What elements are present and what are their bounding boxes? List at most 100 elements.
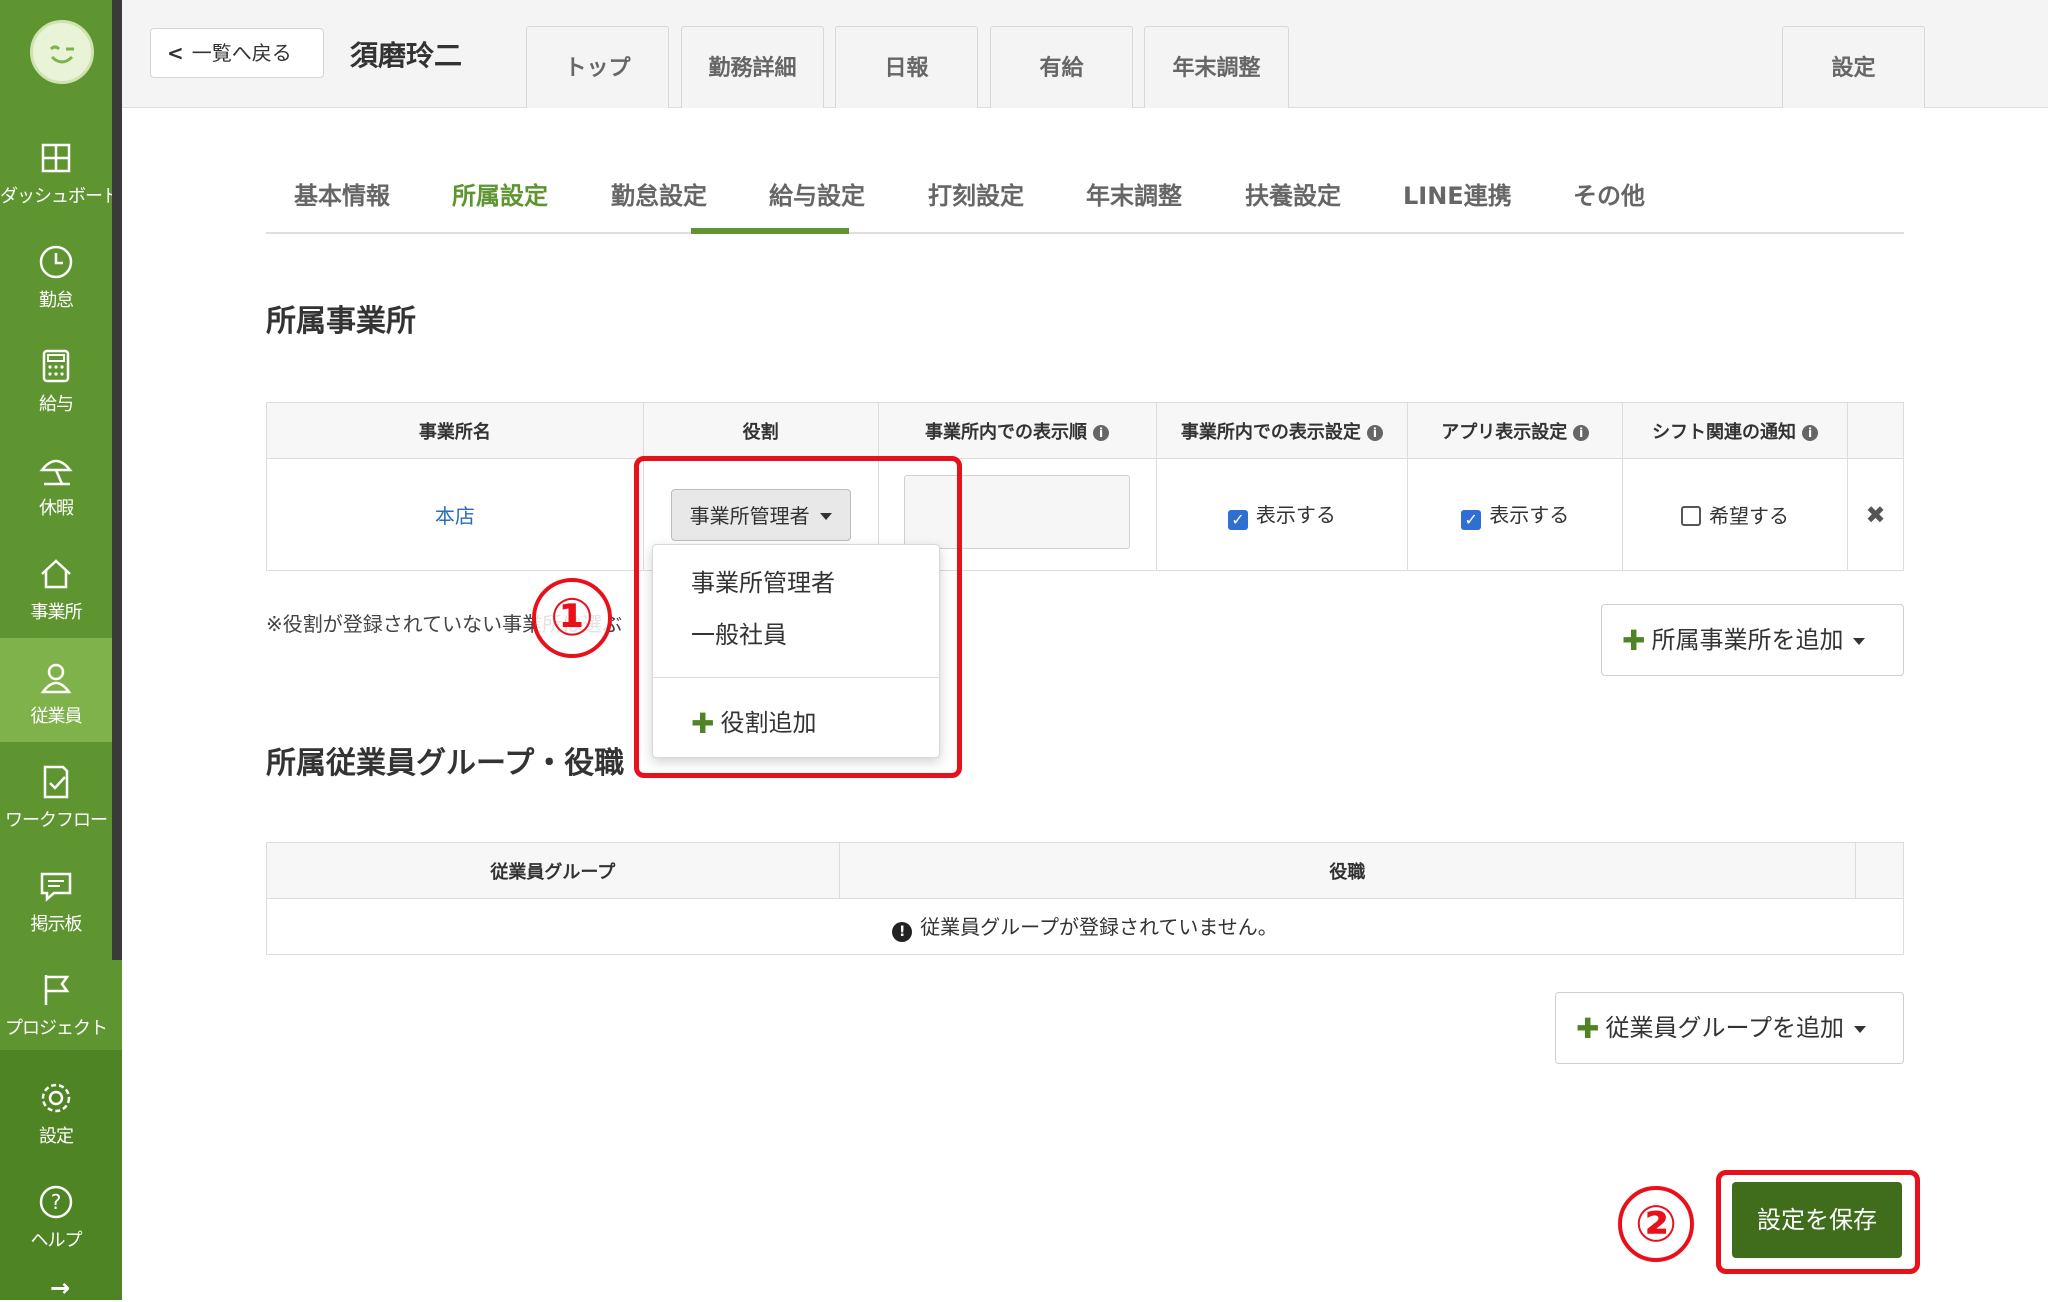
office-name-link[interactable]: 本店 <box>435 504 475 528</box>
tab-daily-report[interactable]: 日報 <box>835 26 978 108</box>
app-logo[interactable] <box>30 20 94 84</box>
sidebar-item-label: 掲示板 <box>30 914 83 935</box>
checkbox-label: 表示する <box>1489 503 1570 527</box>
office-table: 事業所名 役割 事業所内での表示順 i 事業所内での表示設定 i アプリ表示設定 i … <box>266 402 1905 571</box>
tab-year-end[interactable]: 年末調整 <box>1144 26 1289 108</box>
beach-umbrella-icon <box>39 459 73 486</box>
subtab-dependents[interactable]: 扶養設定 <box>1245 176 1341 211</box>
subtab-year-end[interactable]: 年末調整 <box>1086 176 1182 211</box>
empty-message: 従業員グループが登録されていません。 <box>920 915 1278 939</box>
subtab-payroll[interactable]: 給与設定 <box>769 176 865 211</box>
info-icon[interactable]: i <box>1573 424 1590 441</box>
sidebar-item-office[interactable]: 事業所 <box>0 534 112 638</box>
help-icon: ? <box>39 1185 73 1219</box>
add-group-label: 従業員グループを追加 <box>1605 1014 1845 1042</box>
table-row: ! 従業員グループが登録されていません。 <box>266 898 1904 955</box>
office-section-title: 所属事業所 <box>266 304 416 339</box>
arrow-right-icon[interactable]: → <box>50 1274 70 1302</box>
sidebar-item-employees[interactable]: 従業員 <box>0 638 112 742</box>
employee-name: 須磨玲二 <box>350 39 463 72</box>
display-in-office-checkbox[interactable]: ✓ <box>1227 510 1248 530</box>
sidebar-item-label: ヘルプ <box>30 1230 83 1251</box>
annotation-marker-2: ② <box>1618 1186 1694 1262</box>
tab-top[interactable]: トップ <box>526 26 669 108</box>
tab-settings[interactable]: 設定 <box>1782 26 1925 108</box>
sidebar-item-settings[interactable]: 設定 <box>0 1058 112 1162</box>
user-icon <box>40 663 72 694</box>
sidebar-item-label: 事業所 <box>30 602 83 623</box>
col-label: 従業員グループ <box>490 861 616 883</box>
col-position: 役職 <box>838 842 1857 899</box>
sidebar-item-bulletin[interactable]: 掲示板 <box>0 846 112 950</box>
caret-down-icon <box>1854 1026 1867 1033</box>
sidebar-item-label: ワークフロー <box>5 810 108 831</box>
subtab-line[interactable]: LINE連携 <box>1403 176 1512 211</box>
remove-office-icon[interactable]: ✖ <box>1865 501 1885 529</box>
group-section-title: 所属従業員グループ・役職 <box>266 746 625 781</box>
settings-subtabs: 基本情報 所属設定 勤怠設定 給与設定 打刻設定 年末調整 扶養設定 LINE連… <box>266 168 1904 234</box>
add-group-button[interactable]: ✚ 従業員グループを追加 <box>1555 992 1904 1064</box>
active-tab-indicator <box>691 228 849 234</box>
chat-icon <box>40 872 72 902</box>
sidebar-item-label: 勤怠 <box>39 290 74 311</box>
subtab-affiliation[interactable]: 所属設定 <box>452 176 548 211</box>
col-display-in-office: 事業所内での表示設定 i <box>1155 402 1409 459</box>
subtab-basic-info[interactable]: 基本情報 <box>294 176 390 211</box>
add-office-label: 所属事業所を追加 <box>1651 626 1844 654</box>
sidebar-item-help[interactable]: ? ヘルプ <box>0 1162 112 1266</box>
back-label: 一覧へ戻る <box>191 41 292 65</box>
annotation-marker-1: ① <box>532 578 612 658</box>
info-icon[interactable]: i <box>1366 424 1383 441</box>
plus-icon: ✚ <box>1576 1012 1600 1045</box>
calculator-icon <box>42 349 70 383</box>
subtab-other[interactable]: その他 <box>1573 176 1645 211</box>
shift-notify-checkbox[interactable] <box>1681 506 1702 526</box>
gear-icon <box>41 1083 71 1113</box>
sidebar-item-label: 設定 <box>39 1126 74 1147</box>
dashboard-icon <box>41 143 71 173</box>
sidebar-item-project[interactable]: プロジェクト <box>0 950 112 1054</box>
tab-work-details[interactable]: 勤務詳細 <box>681 26 824 108</box>
table-row: 本店 事業所管理者 ✓ 表示する ✓ 表示する 希望する ✖ <box>266 458 1905 571</box>
document-check-icon <box>43 765 69 799</box>
sidebar-item-attendance[interactable]: 勤怠 <box>0 222 112 326</box>
sidebar-item-payroll[interactable]: 給与 <box>0 326 112 430</box>
col-label: 役職 <box>1329 861 1366 883</box>
sidebar-scrollbar[interactable] <box>112 0 122 960</box>
col-display-order: 事業所内での表示順 i <box>877 402 1157 459</box>
subtab-timeclock[interactable]: 打刻設定 <box>928 176 1024 211</box>
plus-icon: ✚ <box>1622 624 1646 657</box>
add-office-button[interactable]: ✚ 所属事業所を追加 <box>1601 604 1904 676</box>
sidebar-item-leave[interactable]: 休暇 <box>0 430 112 534</box>
subtab-attendance[interactable]: 勤怠設定 <box>611 176 707 211</box>
info-icon[interactable]: i <box>1093 424 1110 441</box>
checkbox-label: 表示する <box>1255 503 1336 527</box>
col-office-name: 事業所名 <box>266 402 644 459</box>
sidebar-item-label: 従業員 <box>30 706 83 727</box>
svg-text:?: ? <box>51 1190 62 1214</box>
sidebar: ダッシュボード 勤怠 給与 休暇 事業所 従業員 ワークフロー 掲示板 プロジェ… <box>0 0 122 1302</box>
home-icon <box>41 559 71 589</box>
chevron-left-icon: < <box>167 41 184 65</box>
col-shift-notify: シフト関連の通知 i <box>1622 402 1848 459</box>
app-display-checkbox[interactable]: ✓ <box>1461 510 1482 530</box>
checkbox-label: 希望する <box>1709 504 1790 528</box>
sidebar-item-workflow[interactable]: ワークフロー <box>0 742 112 846</box>
back-to-list-button[interactable]: < 一覧へ戻る <box>150 28 324 78</box>
col-label: 事業所内での表示順 <box>925 421 1088 443</box>
col-role: 役割 <box>642 402 879 459</box>
sidebar-item-dashboard[interactable]: ダッシュボード <box>0 118 120 222</box>
caret-down-icon <box>1853 638 1866 645</box>
exclamation-icon: ! <box>892 922 913 942</box>
tab-paid-leave[interactable]: 有給 <box>990 26 1133 108</box>
flag-icon <box>44 975 70 1005</box>
sidebar-item-label: プロジェクト <box>5 1018 108 1039</box>
annotation-box-save <box>1716 1170 1920 1274</box>
group-table: 従業員グループ 役職 ! 従業員グループが登録されていません。 <box>266 842 1904 955</box>
col-label: シフト関連の通知 <box>1652 421 1797 443</box>
col-label: アプリ表示設定 <box>1441 421 1568 443</box>
clock-icon <box>39 245 73 279</box>
col-label: 事業所内での表示設定 <box>1180 421 1361 443</box>
col-remove <box>1846 402 1905 459</box>
info-icon[interactable]: i <box>1802 424 1819 441</box>
